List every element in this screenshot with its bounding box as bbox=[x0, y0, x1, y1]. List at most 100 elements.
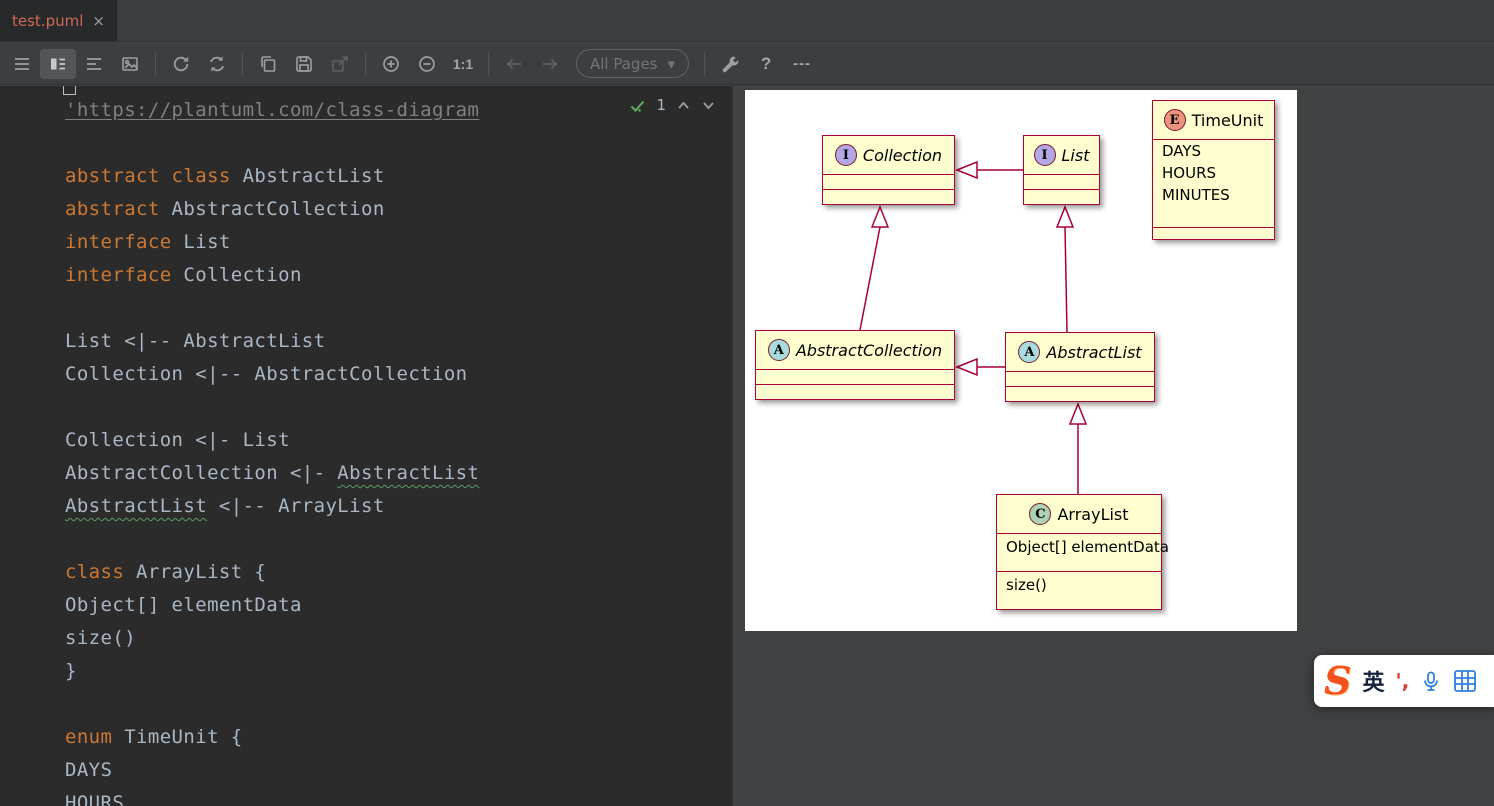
ime-punctuation-toggle[interactable]: ', bbox=[1395, 669, 1409, 693]
plantuml-toolbar: 1:1 All Pages ▾ ? --- bbox=[0, 43, 1494, 85]
code-line[interactable]: size() bbox=[65, 622, 732, 655]
save-icon bbox=[296, 55, 312, 72]
tab-test-puml[interactable]: test.puml × bbox=[0, 0, 118, 41]
copy-icon bbox=[261, 55, 276, 72]
actual-size-label: 1:1 bbox=[452, 55, 474, 72]
arrow-right-icon bbox=[543, 58, 558, 69]
uml-empty-compartment bbox=[756, 369, 954, 384]
uml-empty-compartment bbox=[1153, 227, 1274, 239]
inspection-widget[interactable]: 1 bbox=[629, 96, 716, 114]
chevron-down-icon: ▾ bbox=[667, 54, 676, 73]
overflow-menu-button[interactable]: --- bbox=[784, 49, 820, 79]
help-button[interactable]: ? bbox=[748, 49, 784, 79]
code-line[interactable] bbox=[65, 127, 732, 160]
ime-toolbar[interactable]: S 英 ', bbox=[1314, 655, 1494, 707]
diagram-canvas[interactable]: I Collection I List E TimeUnit DAYS HOURS MINU… bbox=[745, 90, 1297, 631]
sogou-logo[interactable]: S bbox=[1324, 662, 1351, 700]
uml-compartment: size() bbox=[997, 571, 1161, 609]
class-name: List bbox=[1061, 145, 1090, 165]
uml-member: DAYS bbox=[1162, 142, 1202, 160]
toolbar-separator bbox=[704, 51, 706, 76]
code-line[interactable]: DAYS bbox=[65, 754, 732, 787]
zoom-in-icon bbox=[383, 55, 399, 72]
code-line[interactable]: } bbox=[65, 655, 732, 688]
code-line[interactable]: HOURS bbox=[65, 787, 732, 806]
microphone-icon[interactable] bbox=[1420, 670, 1442, 692]
class-name: AbstractCollection bbox=[795, 340, 943, 360]
class-name: AbstractList bbox=[1046, 342, 1142, 362]
ide-window: test.puml × 1:1 All Pages ▾ ? --- 'https… bbox=[0, 0, 1494, 806]
code-lines[interactable]: @startuml'https://plantuml.com/class-dia… bbox=[65, 86, 732, 806]
code-line[interactable]: abstract class AbstractList bbox=[65, 160, 732, 193]
code-line[interactable]: AbstractCollection <|- AbstractList bbox=[65, 457, 732, 490]
code-line[interactable] bbox=[65, 688, 732, 721]
toolbar-separator bbox=[242, 51, 243, 76]
layout-horizontal-button[interactable] bbox=[4, 49, 40, 79]
show-image-button[interactable] bbox=[112, 49, 148, 79]
ime-language-toggle[interactable]: 英 bbox=[1362, 665, 1384, 697]
stereotype-circle: C bbox=[1029, 503, 1052, 525]
layout-split-button[interactable] bbox=[40, 48, 76, 79]
virtual-keyboard-icon[interactable] bbox=[1453, 669, 1477, 693]
chevron-up-icon[interactable] bbox=[676, 98, 691, 113]
align-justify-icon bbox=[15, 57, 29, 70]
refresh-icon bbox=[173, 56, 189, 71]
code-line[interactable]: interface List bbox=[65, 226, 732, 259]
wrench-icon bbox=[722, 56, 739, 72]
uml-empty-compartment bbox=[823, 189, 954, 204]
refresh-button[interactable] bbox=[163, 49, 199, 79]
uml-empty-compartment bbox=[1024, 189, 1099, 204]
code-line[interactable]: enum TimeUnit { bbox=[65, 721, 732, 754]
code-line[interactable] bbox=[65, 523, 732, 556]
settings-button[interactable] bbox=[712, 49, 748, 79]
code-line[interactable] bbox=[65, 391, 732, 424]
uml-member: Object[] elementData bbox=[1006, 538, 1169, 556]
code-line[interactable] bbox=[65, 292, 732, 325]
uml-empty-compartment bbox=[1024, 174, 1099, 189]
caret bbox=[63, 86, 76, 95]
actual-size-button[interactable]: 1:1 bbox=[445, 49, 481, 79]
close-icon[interactable]: × bbox=[92, 12, 105, 30]
uml-empty-compartment bbox=[756, 384, 954, 399]
uml-class-Collection: I Collection bbox=[822, 135, 955, 205]
uml-class-AbstractList: A AbstractList bbox=[1005, 332, 1155, 402]
uml-compartment: Object[] elementData bbox=[997, 533, 1169, 571]
save-diagram-button[interactable] bbox=[286, 49, 322, 79]
code-line[interactable]: Object[] elementData bbox=[65, 589, 732, 622]
code-line[interactable]: class ArrayList { bbox=[65, 556, 732, 589]
code-line[interactable]: Collection <|- List bbox=[65, 424, 732, 457]
stereotype-circle: A bbox=[1018, 341, 1041, 363]
list-icon bbox=[87, 57, 101, 70]
tab-title: test.puml bbox=[12, 11, 84, 30]
code-editor[interactable]: @startuml'https://plantuml.com/class-dia… bbox=[0, 86, 733, 806]
code-line[interactable]: interface Collection bbox=[65, 259, 732, 292]
reload-now-button[interactable] bbox=[199, 49, 235, 79]
split-view-icon bbox=[51, 58, 65, 69]
copy-diagram-button[interactable] bbox=[250, 49, 286, 79]
code-line[interactable]: abstract AbstractCollection bbox=[65, 193, 732, 226]
code-line[interactable]: List <|-- AbstractList bbox=[65, 325, 732, 358]
code-line[interactable]: AbstractList <|-- ArrayList bbox=[65, 490, 732, 523]
code-line[interactable]: @startuml bbox=[65, 86, 732, 94]
inspections-ok-icon bbox=[631, 100, 645, 112]
pages-dropdown[interactable]: All Pages ▾ bbox=[576, 49, 690, 78]
overflow-label: --- bbox=[793, 55, 812, 72]
problem-count: 1 bbox=[656, 96, 666, 114]
pages-dropdown-label: All Pages bbox=[590, 54, 658, 73]
zoom-out-button[interactable] bbox=[409, 49, 445, 79]
class-name: TimeUnit bbox=[1191, 110, 1264, 130]
editor-tab-bar: test.puml × bbox=[0, 0, 1494, 42]
class-name: Collection bbox=[862, 145, 943, 165]
prev-page-button[interactable] bbox=[496, 49, 532, 79]
uml-class-TimeUnit: E TimeUnit DAYS HOURS MINUTES bbox=[1152, 100, 1275, 240]
export-diagram-button[interactable] bbox=[322, 49, 358, 79]
class-name: ArrayList bbox=[1057, 504, 1129, 524]
chevron-down-icon[interactable] bbox=[701, 98, 716, 113]
code-line[interactable]: Collection <|-- AbstractCollection bbox=[65, 358, 732, 391]
layout-list-button[interactable] bbox=[76, 49, 112, 79]
uml-class-ArrayList: C ArrayList Object[] elementData size() bbox=[996, 494, 1169, 610]
next-page-button[interactable] bbox=[532, 49, 568, 79]
zoom-in-button[interactable] bbox=[373, 49, 409, 79]
stereotype-circle: I bbox=[1033, 144, 1056, 166]
stereotype-circle: A bbox=[767, 339, 790, 361]
